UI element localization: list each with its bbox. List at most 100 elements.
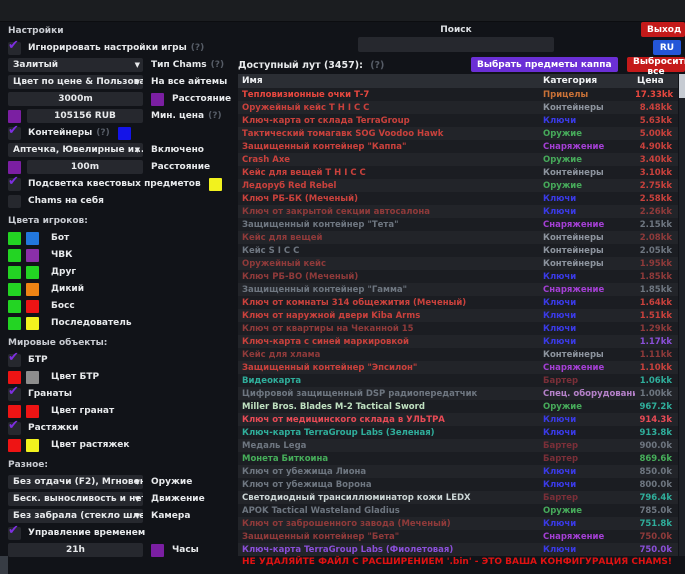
checkbox[interactable]: ✔ (8, 527, 21, 540)
checkbox[interactable] (8, 195, 21, 208)
item-price: 2.75kk (635, 181, 674, 191)
item-name: Защищенный контейнер "Эпсилон" (238, 363, 543, 373)
secondary-color-swatch[interactable] (26, 300, 39, 313)
table-row[interactable]: Защищенный контейнер "Бета"Снаряжение750… (238, 530, 678, 543)
table-row[interactable]: Тактический томагавк SOG Voodoo HawkОруж… (238, 127, 678, 140)
primary-color-swatch[interactable] (8, 266, 21, 279)
table-row[interactable]: Ледоруб Red RebelОружие2.75kk (238, 179, 678, 192)
language-button[interactable]: RU (653, 40, 681, 55)
loot-scrollbar-thumb[interactable] (679, 74, 685, 98)
dropdown-select[interactable]: Цвет по цене & Пользователь▼ (8, 75, 143, 89)
secondary-color-swatch[interactable] (26, 439, 39, 452)
table-row[interactable]: Ключ от медицинского склада в УЛЬТРАКлюч… (238, 413, 678, 426)
primary-color-swatch[interactable] (8, 371, 21, 384)
dropdown-select[interactable]: Аптечка, Ювелирные и...▼ (8, 143, 143, 157)
table-row[interactable]: Ключ от закрытой секции автосалонаКлючи2… (238, 205, 678, 218)
hint-question-icon: (?) (208, 111, 221, 121)
item-price: 1.29kk (635, 324, 674, 334)
table-row[interactable]: Ключ от заброшенного завода (Меченый)Клю… (238, 517, 678, 530)
table-row[interactable]: Кейс S I C CКонтейнеры2.05kk (238, 244, 678, 257)
select-kappa-items-button[interactable]: Выбрать предметы каппа (471, 57, 618, 72)
table-row[interactable]: Ключ-карта TerraGroup Labs (Зеленая)Ключ… (238, 426, 678, 439)
table-row[interactable]: APOK Tactical Wasteland GladiusОружие785… (238, 504, 678, 517)
drop-all-button[interactable]: Выбросить все (627, 57, 685, 72)
color-swatch[interactable] (151, 93, 164, 106)
checkbox[interactable]: ✔ (8, 388, 21, 401)
table-row[interactable]: Кейс для вещей T H I C CКонтейнеры3.10kk (238, 166, 678, 179)
checkmark-icon: ✔ (8, 174, 19, 189)
table-row[interactable]: Тепловизионные очки Т-7Прицелы17.33kk (238, 88, 678, 101)
column-header-price[interactable]: Цена (635, 76, 674, 86)
table-row[interactable]: Оружейный кейсКонтейнеры1.95kk (238, 257, 678, 270)
table-row[interactable]: Оружейный кейс T H I C CКонтейнеры8.48kk (238, 101, 678, 114)
value-input[interactable]: 3000m (8, 92, 143, 106)
table-row[interactable]: Ключ от убежища ВоронаКлючи800.0k (238, 478, 678, 491)
table-row[interactable]: Ключ РБ-БК (Меченый)Ключи2.58kk (238, 192, 678, 205)
table-row[interactable]: Ключ-карта с синей маркировкойКлючи1.17k… (238, 335, 678, 348)
color-swatch[interactable] (151, 544, 164, 557)
secondary-color-swatch[interactable] (26, 317, 39, 330)
table-row[interactable]: Ключ от комнаты 314 общежития (Меченый)К… (238, 296, 678, 309)
dropdown-select[interactable]: Беск. выносливость и нет уста▼ (8, 492, 143, 506)
table-row[interactable]: Ключ от квартиры на Чеканной 15Ключи1.29… (238, 322, 678, 335)
checkbox[interactable]: ✔ (8, 354, 21, 367)
checkbox[interactable]: ✔ (8, 127, 21, 140)
primary-color-swatch[interactable] (8, 317, 21, 330)
item-category: Ключи (543, 519, 635, 529)
checkbox[interactable]: ✔ (8, 422, 21, 435)
table-row[interactable]: Crash AxeОружие3.40kk (238, 153, 678, 166)
value-input[interactable]: 100m (27, 160, 143, 174)
primary-color-swatch[interactable] (8, 249, 21, 262)
exit-button[interactable]: Выход (641, 22, 685, 37)
value-input[interactable]: 21h (8, 543, 143, 557)
table-row[interactable]: Монета БиткоинаБартер869.6k (238, 452, 678, 465)
primary-color-swatch[interactable] (8, 405, 21, 418)
table-row[interactable]: Цифровой защищенный DSP радиопередатчикС… (238, 387, 678, 400)
secondary-color-swatch[interactable] (26, 232, 39, 245)
table-row[interactable]: Ключ от убежища ЛионаКлючи850.0k (238, 465, 678, 478)
color-swatch[interactable] (118, 127, 131, 140)
secondary-color-swatch[interactable] (26, 371, 39, 384)
secondary-color-swatch[interactable] (26, 405, 39, 418)
search-input[interactable] (358, 37, 554, 52)
primary-color-swatch[interactable] (8, 283, 21, 296)
table-row[interactable]: Защищенный контейнер "Каппа"Снаряжение4.… (238, 140, 678, 153)
table-row[interactable]: Ключ-карта от склада TerraGroupКлючи5.63… (238, 114, 678, 127)
primary-color-swatch[interactable] (8, 232, 21, 245)
table-row[interactable]: Защищенный контейнер "Гамма"Снаряжение1.… (238, 283, 678, 296)
table-row[interactable]: ВидеокартаБартер1.06kk (238, 374, 678, 387)
table-row[interactable]: Ключ-карта TerraGroup Labs (Фиолетовая)К… (238, 543, 678, 556)
checkbox[interactable]: ✔ (8, 42, 21, 55)
column-header-category[interactable]: Категория (543, 76, 635, 86)
item-category: Спец. оборудование (543, 389, 635, 399)
value-input[interactable]: 105156 RUB (27, 109, 143, 123)
input-row: 3000mРасстояние (8, 92, 232, 106)
color-swatch[interactable] (8, 110, 21, 123)
secondary-color-swatch[interactable] (26, 249, 39, 262)
checkbox[interactable]: ✔ (8, 178, 21, 191)
column-header-name[interactable]: Имя (238, 76, 543, 86)
dropdown-select[interactable]: Без забрала (стекло шлема)▼ (8, 509, 143, 523)
loot-scrollbar[interactable] (679, 74, 685, 556)
table-row[interactable]: Светодиодный трансиллюминатор кожи LEDXБ… (238, 491, 678, 504)
table-row[interactable]: Miller Bros. Blades M-2 Tactical SwordОр… (238, 400, 678, 413)
item-category: Снаряжение (543, 363, 635, 373)
dropdown-select[interactable]: Без отдачи (F2), Мгновенное п▼ (8, 475, 143, 489)
table-row[interactable]: Защищенный контейнер "Тета"Снаряжение2.1… (238, 218, 678, 231)
table-row[interactable]: Ключ РБ-ВО (Меченый)Ключи1.85kk (238, 270, 678, 283)
primary-color-swatch[interactable] (8, 439, 21, 452)
dropdown-select[interactable]: Залитый▼ (8, 58, 143, 72)
table-row[interactable]: Защищенный контейнер "Эпсилон"Снаряжение… (238, 361, 678, 374)
color-swatch[interactable] (209, 178, 222, 191)
table-row[interactable]: Ключ от наружной двери Kiba ArmsКлючи1.5… (238, 309, 678, 322)
table-row[interactable]: Медаль LegaБартер900.0k (238, 439, 678, 452)
table-row[interactable]: Кейс для хламаКонтейнеры1.11kk (238, 348, 678, 361)
table-row[interactable]: Кейс для вещейКонтейнеры2.08kk (238, 231, 678, 244)
left-scrollbar-fragment[interactable] (0, 556, 8, 574)
section-label: Настройки (8, 24, 232, 38)
item-name: Ледоруб Red Rebel (238, 181, 543, 191)
color-swatch[interactable] (8, 161, 21, 174)
secondary-color-swatch[interactable] (26, 283, 39, 296)
primary-color-swatch[interactable] (8, 300, 21, 313)
secondary-color-swatch[interactable] (26, 266, 39, 279)
